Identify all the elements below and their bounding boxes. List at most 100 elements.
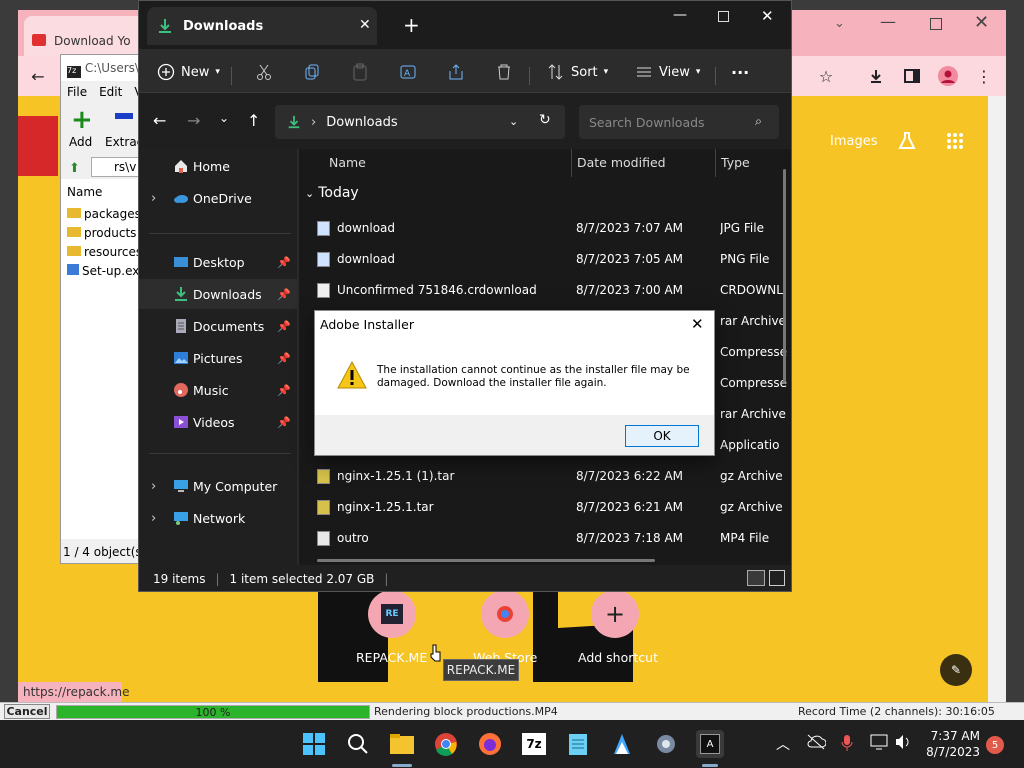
sidebar-item-music[interactable]: Music 📌 [139, 375, 297, 405]
minimize-icon[interactable]: — [673, 7, 687, 23]
cut-button[interactable] [255, 59, 273, 85]
images-link[interactable]: Images [830, 134, 878, 149]
list-item[interactable]: products [67, 226, 136, 240]
start-windows-icon[interactable] [300, 730, 328, 758]
column-divider[interactable] [571, 149, 572, 177]
up-icon[interactable]: ↑ [247, 111, 260, 130]
chrome-icon[interactable] [432, 730, 460, 758]
chevron-right-icon[interactable]: › [151, 479, 156, 494]
address-dropdown-icon[interactable]: ⌄ [509, 115, 518, 128]
minimize-icon[interactable]: — [880, 12, 896, 31]
vlc-icon[interactable] [608, 730, 636, 758]
menu-kebab-icon[interactable]: ⋮ [972, 64, 996, 88]
sort-button[interactable]: Sort ▾ [547, 59, 608, 85]
column-divider[interactable] [715, 149, 716, 177]
new-button[interactable]: New ▾ [157, 59, 220, 85]
sidebar-item-videos[interactable]: Videos 📌 [139, 407, 297, 437]
cloud-offline-icon[interactable] [806, 734, 826, 750]
adobe-installer-icon[interactable]: A [696, 730, 724, 758]
7zip-address[interactable]: rs\v [91, 157, 143, 177]
back-icon[interactable]: ← [26, 64, 50, 88]
paste-button[interactable] [351, 59, 369, 85]
chrome-scrollbar[interactable] [988, 96, 1006, 702]
tab-search-icon[interactable]: ⌄ [834, 16, 845, 31]
copy-button[interactable] [303, 59, 321, 85]
share-button[interactable] [447, 59, 465, 85]
sidebar-item-documents[interactable]: Documents 📌 [139, 311, 297, 341]
display-icon[interactable] [870, 734, 888, 750]
list-item[interactable]: resources [67, 245, 142, 259]
ok-button[interactable]: OK [625, 425, 699, 447]
microphone-icon[interactable] [840, 734, 854, 752]
file-row[interactable]: outro 8/7/2023 7:18 AM MP4 File [299, 523, 791, 554]
7zip-icon[interactable]: 7z [520, 730, 548, 758]
large-icons-view-icon[interactable] [769, 570, 785, 586]
search-icon[interactable] [344, 730, 372, 758]
maximize-icon[interactable] [718, 11, 729, 22]
notepad-icon[interactable] [564, 730, 592, 758]
pin-icon[interactable]: 📌 [277, 256, 291, 269]
file-row[interactable]: download 8/7/2023 7:05 AM PNG File [299, 244, 791, 275]
sidebar-item-pictures[interactable]: Pictures 📌 [139, 343, 297, 373]
forward-icon[interactable]: → [187, 111, 200, 130]
more-options-button[interactable]: ... [731, 55, 749, 81]
sidebar-item-mycomputer[interactable]: › My Computer [139, 471, 297, 501]
labs-flask-icon[interactable] [898, 132, 916, 150]
chevron-right-icon[interactable]: › [151, 511, 156, 526]
pin-icon[interactable]: 📌 [277, 352, 291, 365]
list-item[interactable]: Set-up.exe [67, 264, 146, 278]
maximize-icon[interactable] [930, 18, 942, 30]
pin-icon[interactable]: 📌 [277, 384, 291, 397]
volume-icon[interactable] [894, 734, 912, 750]
close-icon[interactable]: ✕ [761, 7, 774, 25]
delete-button[interactable] [495, 59, 513, 85]
file-row[interactable]: download 8/7/2023 7:07 AM JPG File [299, 213, 791, 244]
horizontal-scrollbar[interactable] [317, 559, 655, 562]
up-folder-icon[interactable]: ⬆ [69, 161, 80, 176]
show-hidden-icons-icon[interactable]: ︿ [776, 734, 790, 754]
new-tab-icon[interactable]: + [403, 13, 420, 37]
file-row[interactable]: nginx-1.25.1.tar 8/7/2023 6:21 AM gz Archi… [299, 492, 791, 523]
sidebar-item-home[interactable]: Home [139, 151, 297, 181]
col-name[interactable]: Name [67, 185, 102, 199]
column-header-name[interactable]: Name [329, 155, 366, 170]
pin-icon[interactable]: 📌 [277, 288, 291, 301]
sidebar-item-downloads[interactable]: Downloads 📌 [139, 279, 297, 309]
close-icon[interactable]: ✕ [691, 315, 704, 333]
breadcrumb[interactable]: Downloads [326, 115, 397, 130]
file-explorer-icon[interactable] [388, 730, 416, 758]
recent-locations-icon[interactable]: ⌄ [219, 111, 229, 125]
view-button[interactable]: View ▾ [635, 59, 700, 85]
profile-avatar[interactable] [936, 64, 960, 88]
explorer-tab[interactable]: Downloads ✕ [147, 7, 377, 45]
sidebar-item-desktop[interactable]: Desktop 📌 [139, 247, 297, 277]
add-icon[interactable]: + [71, 107, 93, 133]
firefox-icon[interactable] [476, 730, 504, 758]
cancel-button[interactable]: Cancel [4, 704, 50, 719]
settings-gear-icon[interactable] [652, 730, 680, 758]
close-icon[interactable]: ✕ [974, 12, 989, 33]
shortcut-label[interactable]: REPACK.ME [356, 650, 427, 665]
file-row[interactable]: Unconfirmed 751846.crdownload 8/7/2023 7:… [299, 275, 791, 306]
back-icon[interactable]: ← [153, 111, 166, 130]
extract-icon[interactable] [115, 113, 133, 119]
rename-button[interactable]: A [399, 59, 417, 85]
sidebar-item-onedrive[interactable]: › OneDrive [139, 183, 297, 213]
customize-pencil-icon[interactable]: ✎ [940, 654, 972, 686]
bookmark-star-icon[interactable]: ☆ [814, 64, 838, 88]
apps-grid-icon[interactable] [946, 132, 964, 150]
chevron-right-icon[interactable]: › [151, 191, 156, 206]
file-row[interactable]: nginx-1.25.1 (1).tar 8/7/2023 6:22 AM gz A… [299, 461, 791, 492]
close-tab-icon[interactable]: ✕ [359, 17, 371, 33]
clock[interactable]: 7:37 AM 8/7/2023 [920, 728, 980, 760]
notification-badge[interactable]: 5 [986, 736, 1004, 754]
menu-item[interactable]: Edit [99, 85, 122, 99]
webstore-icon[interactable] [481, 590, 529, 638]
pin-icon[interactable]: 📌 [277, 416, 291, 429]
refresh-icon[interactable]: ↻ [539, 112, 551, 128]
address-bar[interactable]: › Downloads ⌄ ↻ [275, 105, 565, 139]
add-button[interactable]: Add [69, 135, 92, 149]
sidebar-item-network[interactable]: › Network [139, 503, 297, 533]
download-icon[interactable] [864, 64, 888, 88]
group-header[interactable]: ⌄ Today [305, 185, 359, 201]
